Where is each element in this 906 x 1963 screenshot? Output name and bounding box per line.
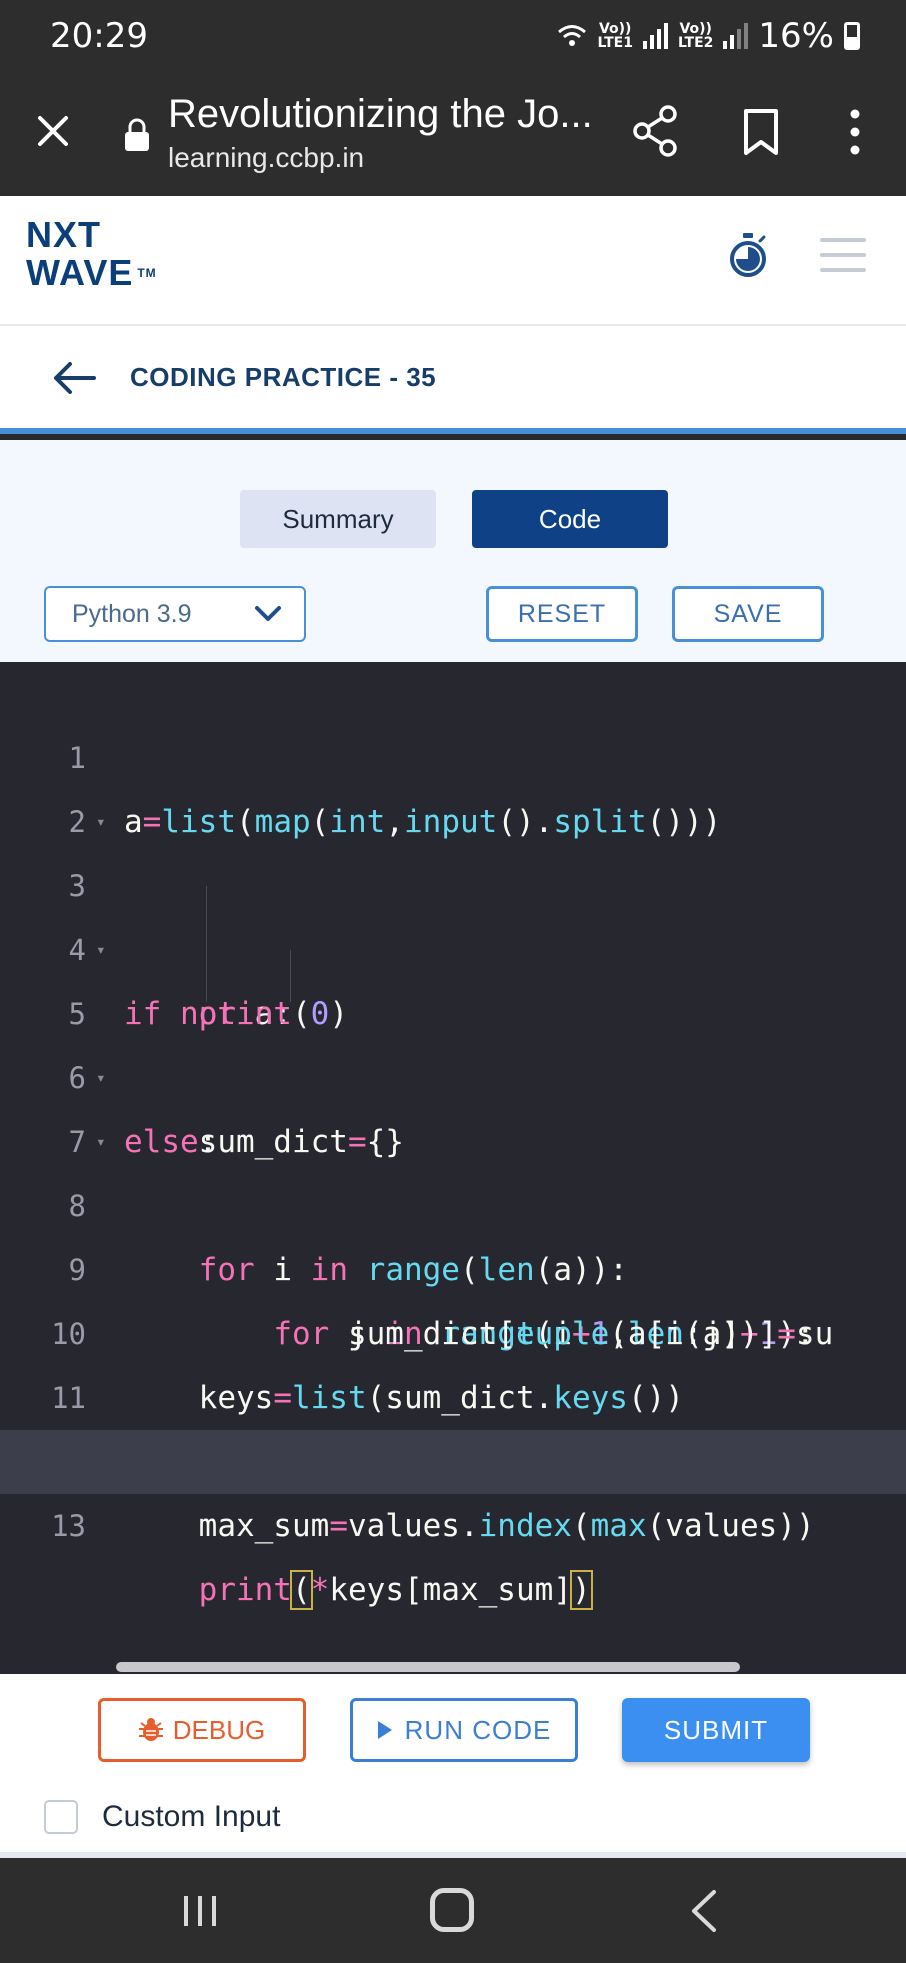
more-vertical-icon[interactable] <box>838 108 872 156</box>
reset-button[interactable]: RESET <box>486 586 638 642</box>
browser-toolbar: Revolutionizing the Jo... learning.ccbp.… <box>0 70 906 196</box>
code-text: print(*keys[max_sum]) <box>198 1570 593 1610</box>
fold-arrow-icon[interactable]: ▾ <box>96 1046 106 1110</box>
horizontal-scrollbar[interactable] <box>116 1662 740 1672</box>
page-title[interactable]: Revolutionizing the Jo... <box>168 92 593 137</box>
save-button[interactable]: SAVE <box>672 586 824 642</box>
code-line[interactable]: 9 sum_dict[tuple(a[i:j])]=su <box>0 1174 906 1352</box>
language-value: Python 3.9 <box>72 599 192 628</box>
code-line[interactable]: 5 ▾ else: <box>0 918 906 1160</box>
code-line[interactable]: 4 print(0) <box>0 854 906 1032</box>
status-time: 20:29 <box>50 16 148 56</box>
bookmark-icon[interactable] <box>742 108 780 156</box>
fold-arrow-icon[interactable]: ▾ <box>96 790 106 854</box>
tab-summary[interactable]: Summary <box>240 490 436 548</box>
play-icon <box>377 1721 392 1739</box>
fold-arrow-icon[interactable]: ▾ <box>96 918 106 982</box>
battery-icon <box>844 22 860 50</box>
code-line[interactable]: 11 values=list(sum_dict.values()) <box>0 1302 906 1480</box>
practice-header: CODING PRACTICE - 35 <box>0 326 906 434</box>
action-bar: DEBUG RUN CODE SUBMIT Custom Input <box>0 1674 906 1858</box>
lock-icon <box>125 118 149 151</box>
code-line[interactable]: 6 sum_dict={} <box>0 982 906 1160</box>
fold-arrow-icon[interactable]: ▾ <box>96 1110 106 1174</box>
tab-code[interactable]: Code <box>472 490 668 548</box>
logo-tm: TM <box>137 266 157 280</box>
language-select[interactable]: Python 3.9 <box>44 586 306 642</box>
debug-label: DEBUG <box>172 1714 266 1745</box>
code-line[interactable]: 1 a=list(map(int,input().split())) <box>0 662 906 840</box>
code-line[interactable]: 12 max_sum=values.index(max(values)) <box>0 1366 906 1544</box>
nxtwave-logo[interactable]: NXT WAVE TM <box>26 216 157 292</box>
custom-input-label[interactable]: Custom Input <box>102 1800 280 1834</box>
logo-line1: NXT <box>26 214 101 255</box>
code-line[interactable]: 2 <box>0 726 906 839</box>
battery-percent: 16% <box>758 16 834 56</box>
close-icon[interactable] <box>28 106 78 156</box>
code-line[interactable]: 8 ▾ for j in range(i+1,len(a)+1): <box>0 1110 906 1352</box>
chevron-down-icon <box>255 606 281 621</box>
back-arrow-icon[interactable] <box>52 360 96 396</box>
app-header: NXT WAVE TM <box>0 196 906 326</box>
code-line[interactable]: 7 ▾ for i in range(len(a)): <box>0 1046 906 1288</box>
signal-icon <box>642 23 668 49</box>
bug-icon <box>138 1718 163 1741</box>
editor-controls: Summary Code Python 3.9 RESET SAVE <box>0 440 906 662</box>
stopwatch-icon[interactable] <box>728 232 768 280</box>
sim1-label: Vo)) LTE1 <box>597 21 633 51</box>
code-line[interactable]: 3 ▾ if not a: <box>0 790 906 1032</box>
share-icon[interactable] <box>632 104 680 158</box>
home-icon[interactable] <box>430 1888 474 1932</box>
status-icons: Vo)) LTE1 Vo)) LTE2 16% <box>557 16 860 56</box>
back-icon[interactable] <box>688 1888 720 1934</box>
run-code-label: RUN CODE <box>404 1714 552 1745</box>
line-number: 13 <box>51 1509 86 1543</box>
practice-title: CODING PRACTICE - 35 <box>130 362 437 392</box>
page-url[interactable]: learning.ccbp.in <box>168 142 364 174</box>
status-bar: 20:29 Vo)) LTE1 Vo)) LTE2 16% <box>0 0 906 70</box>
code-text: max_sum=values.index(max(values)) <box>124 1508 815 1544</box>
code-line-active[interactable]: 13 print(*keys[max_sum]) <box>0 1430 906 1610</box>
submit-button[interactable]: SUBMIT <box>622 1698 810 1762</box>
recent-apps-icon[interactable] <box>180 1892 220 1930</box>
wifi-icon <box>558 25 587 46</box>
debug-button[interactable]: DEBUG <box>98 1698 306 1762</box>
run-code-button[interactable]: RUN CODE <box>350 1698 578 1762</box>
signal-icon <box>723 23 749 49</box>
code-line[interactable]: 10 keys=list(sum_dict.keys()) <box>0 1238 906 1416</box>
code-editor[interactable]: 1 a=list(map(int,input().split())) 2 3 ▾… <box>0 662 906 1674</box>
system-nav-bar <box>0 1858 906 1963</box>
hamburger-menu-icon[interactable] <box>820 238 866 272</box>
custom-input-checkbox[interactable] <box>44 1800 78 1834</box>
logo-line2: WAVE <box>26 252 134 293</box>
sim2-label: Vo)) LTE2 <box>677 21 714 51</box>
